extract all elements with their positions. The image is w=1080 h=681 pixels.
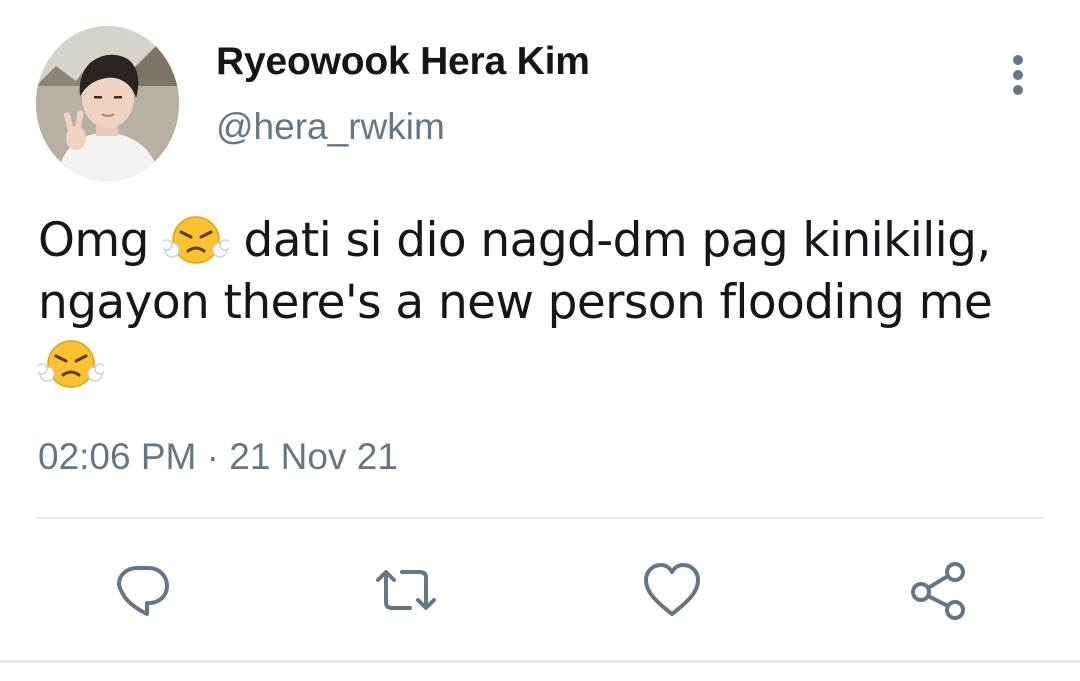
like-button[interactable]	[640, 560, 704, 620]
share-button[interactable]	[906, 560, 970, 620]
reply-button[interactable]	[111, 560, 175, 620]
share-icon	[911, 562, 965, 620]
steam-face-emoji-icon	[38, 338, 104, 390]
divider	[36, 517, 1044, 519]
tweet-card: Ryeowook Hera Kim @hera_rwkim Omg dati s…	[0, 0, 1080, 681]
display-name[interactable]: Ryeowook Hera Kim	[216, 40, 590, 84]
heart-icon	[644, 563, 700, 616]
bottom-divider	[0, 660, 1080, 663]
retweet-button[interactable]	[374, 560, 438, 620]
tweet-timestamp[interactable]: 02:06 PM · 21 Nov 21	[38, 436, 398, 478]
tweet-text-part: dati si dio nagd-dm pag kinikilig,	[229, 213, 991, 268]
tweet-text-part: Omg	[38, 213, 164, 268]
more-options-icon[interactable]	[998, 52, 1038, 98]
user-handle[interactable]: @hera_rwkim	[216, 106, 445, 148]
tweet-text-part: ngayon there's a new person flooding me	[38, 275, 993, 330]
tweet-text: Omg dati si dio nagd-dm pag kinikilig, n…	[38, 210, 1048, 396]
avatar[interactable]	[36, 26, 179, 181]
steam-face-emoji-icon	[163, 214, 230, 266]
retweet-icon	[376, 570, 436, 610]
reply-icon	[117, 566, 169, 616]
